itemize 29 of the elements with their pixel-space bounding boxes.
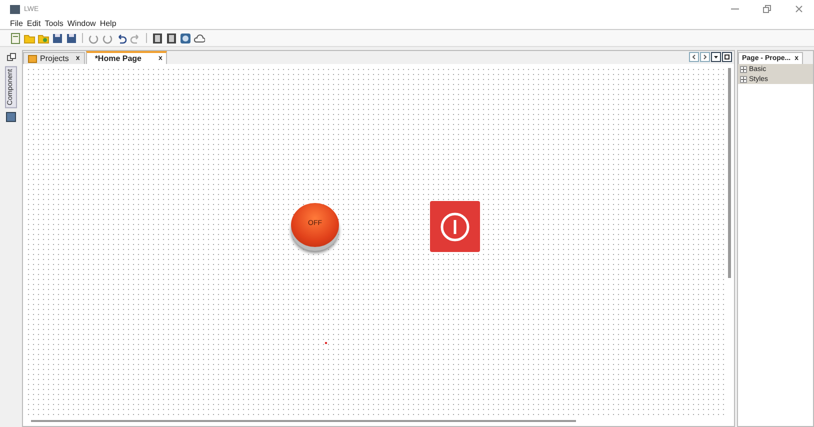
globe-icon[interactable] [180, 32, 191, 44]
power-icon [440, 212, 470, 242]
panel-icon[interactable] [152, 32, 163, 44]
save-all-icon[interactable] [66, 32, 77, 44]
menu-item[interactable]: Help [100, 19, 116, 28]
app-logo-icon [10, 4, 20, 14]
scroll-left-button[interactable] [689, 52, 699, 62]
expand-icon[interactable] [740, 76, 747, 82]
undo-arrow-icon[interactable] [116, 32, 127, 44]
folder-icon [28, 54, 37, 63]
new-file-icon[interactable] [10, 32, 21, 44]
save-icon[interactable] [52, 32, 63, 44]
component-list-icon[interactable] [6, 112, 16, 122]
vertical-scrollbar[interactable] [728, 68, 731, 278]
menu-item[interactable]: Window [67, 19, 96, 28]
cloud-icon[interactable] [194, 32, 205, 44]
menu-item[interactable]: File [10, 19, 23, 28]
maximize-button[interactable] [722, 52, 732, 62]
open-folder-icon[interactable] [38, 32, 49, 44]
menu-item[interactable]: Tools [44, 19, 64, 28]
expand-icon[interactable] [740, 66, 747, 72]
scroll-right-button[interactable] [700, 52, 710, 62]
close-icon[interactable] [794, 4, 804, 14]
menu-item[interactable]: Edit [26, 19, 41, 28]
windows-icon[interactable] [6, 53, 16, 62]
horizontal-scrollbar[interactable] [31, 420, 576, 422]
restore-icon[interactable] [762, 4, 772, 14]
panel-icon[interactable] [166, 32, 177, 44]
dropdown-button[interactable] [711, 52, 721, 62]
